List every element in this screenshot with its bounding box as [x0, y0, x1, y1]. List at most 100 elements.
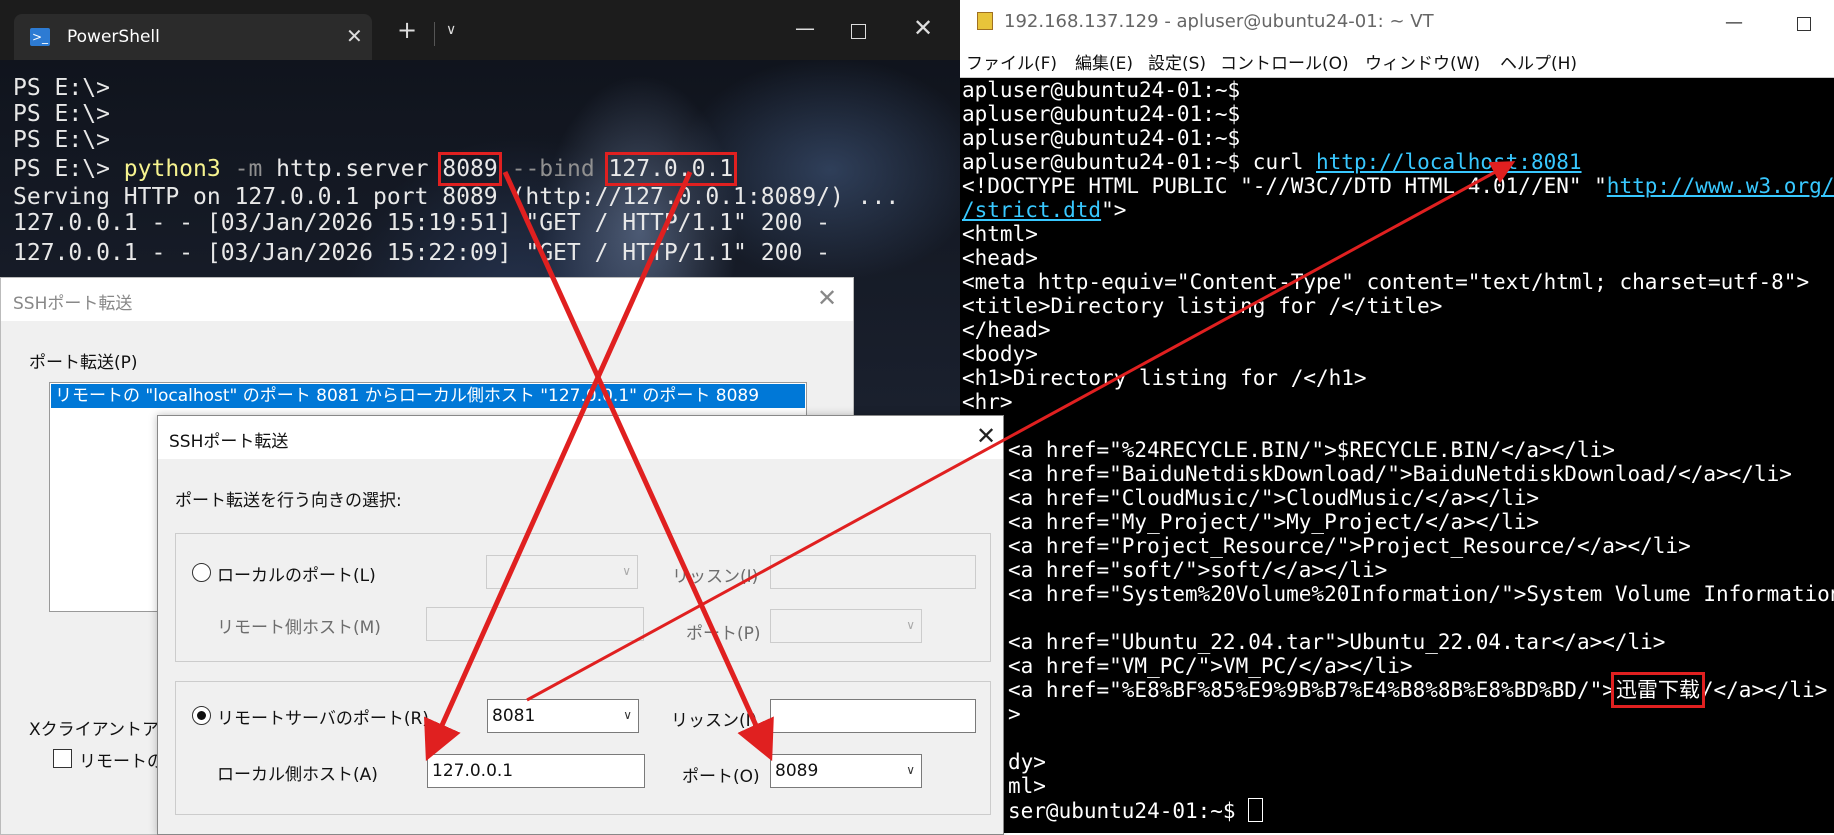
powershell-icon: >_: [30, 28, 50, 46]
menu-settings[interactable]: 設定(S): [1148, 49, 1206, 74]
terminal-line: apluser@ubuntu24-01:~$: [962, 78, 1241, 102]
remote-port-combo[interactable]: ∨: [770, 609, 922, 643]
menu-window[interactable]: ウィンドウ(W): [1365, 49, 1480, 74]
divider: [434, 22, 435, 46]
doctype-link[interactable]: http://www.w3.org/TR/h: [1607, 174, 1834, 198]
tab-powershell[interactable]: >_ PowerShell ✕: [14, 14, 372, 60]
list-end: /</a></li>: [1700, 678, 1828, 702]
prompt: apluser@ubuntu24-01:~$: [962, 150, 1241, 174]
group-label: ポート転送(P): [29, 353, 138, 373]
doctype-link-2[interactable]: /strict.dtd: [962, 198, 1101, 222]
new-tab-icon[interactable]: +: [397, 18, 417, 42]
terminal-area[interactable]: apluser@ubuntu24-01:~$ apluser@ubuntu24-…: [960, 78, 1834, 833]
list-line: <a href="Ubuntu_22.04.tar">Ubuntu_22.04.…: [1008, 630, 1666, 654]
list-line: <a href="VM_PC/">VM_PC/</a></li>: [1008, 654, 1413, 678]
final-prompt-line: ser@ubuntu24-01:~$: [1008, 798, 1264, 823]
close-icon[interactable]: ✕: [817, 284, 837, 312]
terminal-line: PS E:\>: [13, 75, 110, 101]
doctype-end: ">: [1101, 198, 1127, 222]
ssh-forwarding-dialog-edit: SSHポート転送 ✕ ポート転送を行う向きの選択: ローカルのポート(L) ∨ …: [157, 415, 1004, 835]
prompt: ser@ubuntu24-01:~$: [1008, 799, 1249, 823]
curl-command: curl: [1240, 150, 1317, 174]
local-forward-group: ローカルのポート(L) ∨ リッスン(I) リモート側ホスト(M) ポート(P)…: [175, 533, 991, 662]
html-line: <html>: [962, 222, 1038, 246]
dialog-titlebar: SSHポート転送 ✕: [1, 278, 853, 321]
ps-prompt: PS E:\>: [13, 101, 110, 127]
local-port-combo[interactable]: 8089 ∨: [770, 754, 922, 788]
minimize-icon[interactable]: —: [795, 16, 815, 40]
menu-edit[interactable]: 編集(E): [1075, 49, 1133, 74]
curl-url[interactable]: http://localhost:8081: [1316, 150, 1582, 174]
close-icon[interactable]: ✕: [913, 14, 933, 42]
menu-control[interactable]: コントロール(O): [1220, 49, 1349, 74]
list-line: <a href="%24RECYCLE.BIN/">$RECYCLE.BIN/<…: [1008, 438, 1615, 462]
doctype-line: <!DOCTYPE HTML PUBLIC "-//W3C//DTD HTML …: [962, 174, 1834, 198]
html-line: <head>: [962, 246, 1038, 270]
highlighted-folder-name: 迅雷下载: [1610, 672, 1705, 708]
direction-prompt: ポート転送を行う向きの選択:: [175, 491, 402, 511]
html-line: <body>: [962, 342, 1038, 366]
text-cursor: [1248, 798, 1264, 822]
minimize-icon[interactable]: —: [1725, 12, 1743, 33]
list-line: <a href="System%20Volume%20Information/"…: [1008, 582, 1834, 606]
menu-help[interactable]: ヘルプ(H): [1500, 49, 1577, 74]
list-line: <a href="CloudMusic/">CloudMusic/</a></l…: [1008, 486, 1540, 510]
doctype-text: <!DOCTYPE HTML PUBLIC "-//W3C//DTD HTML …: [962, 174, 1607, 198]
list-line: <a href="Project_Resource/">Project_Reso…: [1008, 534, 1691, 558]
remote-port-radio[interactable]: [192, 706, 211, 725]
remote-port-label: ポート(P): [686, 624, 761, 644]
close-icon[interactable]: ✕: [976, 422, 996, 450]
remote-port-combo[interactable]: 8081 ∨: [487, 699, 639, 733]
close-tab-icon[interactable]: ✕: [346, 24, 363, 48]
chevron-down-icon: ∨: [622, 564, 631, 578]
terminal-output: Serving HTTP on 127.0.0.1 port 8089 (htt…: [13, 184, 900, 210]
terminal-line: PS E:\>: [13, 101, 110, 127]
curl-command-line: apluser@ubuntu24-01:~$ curl http://local…: [962, 150, 1582, 174]
ps-prompt: PS E:\>: [13, 156, 110, 182]
remote-port-radio-label: リモートサーバのポート(R): [217, 709, 429, 729]
html-line: <h1>Directory listing for /</h1>: [962, 366, 1367, 390]
ps-prompt: PS E:\>: [13, 127, 110, 153]
x11-checkbox[interactable]: [53, 749, 72, 768]
local-listen-field[interactable]: [770, 555, 976, 589]
html-line: </head>: [962, 318, 1051, 342]
highlighted-bind-address: 127.0.0.1: [604, 152, 738, 186]
menu-file[interactable]: ファイル(F): [966, 49, 1057, 74]
teraterm-titlebar: 192.168.137.129 - apluser@ubuntu24-01: ~…: [960, 0, 1834, 44]
local-port-label: ローカルのポート(L): [217, 566, 376, 586]
local-port-label: ポート(O): [682, 767, 760, 787]
local-host-label: ローカル側ホスト(A): [217, 765, 378, 785]
local-port-radio[interactable]: [192, 563, 211, 582]
terminal-line: apluser@ubuntu24-01:~$: [962, 102, 1241, 126]
list-line: <a href="My_Project/">My_Project/</a></l…: [1008, 510, 1540, 534]
local-port-value: 8089: [775, 761, 819, 781]
dialog-titlebar: SSHポート転送 ✕: [158, 416, 1003, 459]
list-href: <a href="%E8%BF%85%E9%9B%B7%E4%B8%8B%E8%…: [1008, 678, 1615, 702]
remote-host-label: リモート側ホスト(M): [217, 618, 381, 638]
local-host-field[interactable]: 127.0.0.1: [427, 754, 645, 788]
chevron-down-icon: ∨: [906, 618, 915, 632]
remote-port-value: 8081: [492, 706, 536, 726]
teraterm-window: 192.168.137.129 - apluser@ubuntu24-01: ~…: [960, 0, 1834, 833]
forwarding-rule-item[interactable]: リモートの "localhost" のポート 8081 からローカル側ホスト "…: [51, 384, 805, 408]
dialog-title: SSHポート転送: [169, 432, 289, 452]
remote-listen-field[interactable]: [770, 699, 976, 733]
html-line: dy>: [1008, 750, 1046, 774]
local-listen-label: リッスン(I): [672, 567, 759, 587]
maximize-icon[interactable]: [851, 24, 866, 39]
html-line: ml>: [1008, 774, 1046, 798]
remote-listen-label: リッスン(I): [671, 711, 758, 731]
chevron-down-icon: ∨: [906, 763, 915, 777]
command-flag: --bind: [511, 156, 595, 182]
list-line-highlighted: <a href="%E8%BF%85%E9%9B%B7%E4%B8%8B%E8%…: [1008, 672, 1828, 708]
html-line: <hr>: [962, 390, 1013, 414]
local-port-combo[interactable]: ∨: [486, 555, 638, 589]
ps-prompt: PS E:\>: [13, 75, 110, 101]
menu-bar: ファイル(F) 編集(E) 設定(S) コントロール(O) ウィンドウ(W) ヘ…: [960, 44, 1834, 78]
terminal-output: 127.0.0.1 - - [03/Jan/2026 15:22:09] "GE…: [13, 240, 830, 266]
command-flag: -m: [234, 156, 263, 182]
highlighted-port: 8089: [438, 152, 502, 186]
maximize-icon[interactable]: [1797, 17, 1811, 31]
remote-host-field[interactable]: [426, 607, 644, 641]
chevron-down-icon[interactable]: ∨: [446, 22, 456, 38]
